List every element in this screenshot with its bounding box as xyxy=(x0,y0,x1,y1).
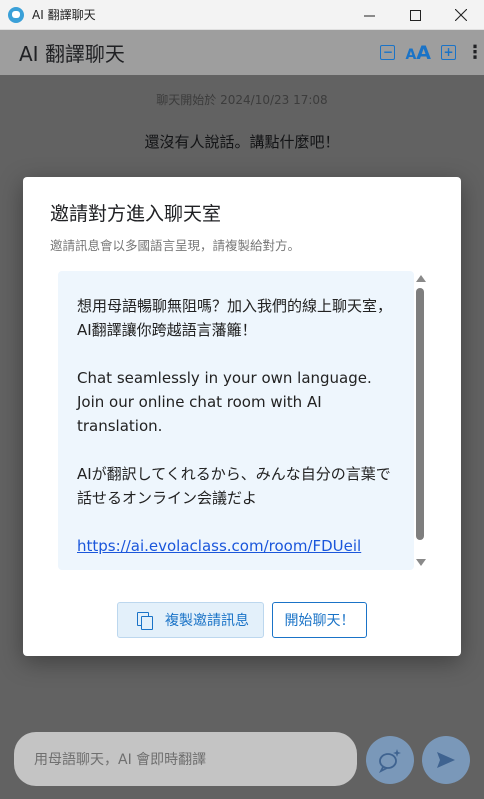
invite-link[interactable]: https://ai.evolaclass.com/room/FDUeil xyxy=(77,537,361,555)
speech-sparkle-icon xyxy=(378,749,401,773)
window-title: AI 翻譯聊天 xyxy=(32,8,96,22)
more-menu-icon[interactable]: ⋮ xyxy=(466,42,484,63)
start-chat-button[interactable]: 開始聊天！ xyxy=(272,602,367,638)
page-title: AI 翻譯聊天 xyxy=(19,42,125,66)
window-controls xyxy=(346,0,484,30)
font-size-small-label: A xyxy=(405,46,417,63)
voice-translate-button[interactable] xyxy=(366,736,414,784)
close-icon[interactable] xyxy=(438,0,484,30)
font-size-large-label: A xyxy=(416,41,431,64)
font-increase-button[interactable]: + xyxy=(441,45,456,60)
copy-invite-button[interactable]: 複製邀請訊息 xyxy=(117,602,264,638)
app-logo-icon xyxy=(8,6,24,23)
invite-text-zh: 想用母語暢聊無阻嗎？加入我們的線上聊天室，AI翻譯讓你跨越語言藩籬！ xyxy=(77,297,393,339)
send-button[interactable] xyxy=(422,736,470,784)
invite-scrollbar[interactable] xyxy=(415,273,427,568)
app-header: AI 翻譯聊天 − AA + ⋮ xyxy=(0,30,484,75)
scroll-down-icon[interactable] xyxy=(416,559,426,566)
scroll-up-icon[interactable] xyxy=(416,275,426,282)
copy-icon xyxy=(137,612,153,630)
message-input-container xyxy=(14,732,357,788)
font-size-icon: AA xyxy=(405,42,431,64)
start-chat-label: 開始聊天！ xyxy=(284,613,355,629)
invite-dialog: 邀請對方進入聊天室 邀請訊息會以多國語言呈現，請複製給對方。 想用母語暢聊無阻嗎… xyxy=(23,177,461,656)
scrollbar-thumb[interactable] xyxy=(416,288,424,540)
invite-text-ja: AIが翻訳してくれるから、みんな自分の言葉で話せるオンライン会議だよ xyxy=(77,465,391,507)
invite-text-en: Chat seamlessly in your own language. Jo… xyxy=(77,369,372,435)
maximize-icon[interactable] xyxy=(392,0,438,30)
copy-invite-label: 複製邀請訊息 xyxy=(165,613,249,629)
dialog-subtitle: 邀請訊息會以多國語言呈現，請複製給對方。 xyxy=(50,238,301,253)
message-input[interactable] xyxy=(32,732,336,788)
minimize-icon[interactable] xyxy=(346,0,392,30)
header-toolbar: − AA + ⋮ xyxy=(380,30,484,75)
window-titlebar: AI 翻譯聊天 xyxy=(0,0,484,30)
font-decrease-button[interactable]: − xyxy=(380,45,396,60)
invite-message-box[interactable]: 想用母語暢聊無阻嗎？加入我們的線上聊天室，AI翻譯讓你跨越語言藩籬！ Chat … xyxy=(58,271,414,570)
send-icon xyxy=(437,752,455,768)
dialog-title: 邀請對方進入聊天室 xyxy=(50,203,222,225)
